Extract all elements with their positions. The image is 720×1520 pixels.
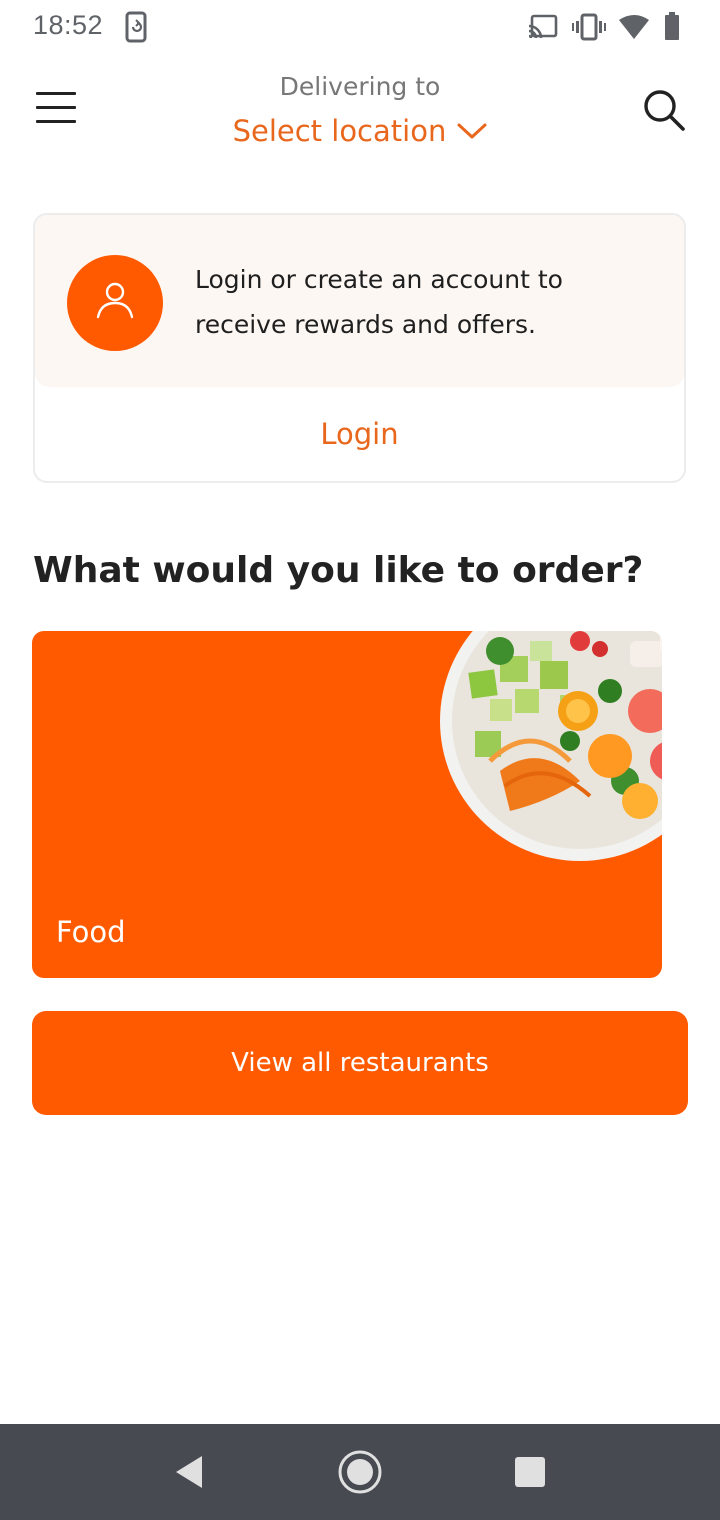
search-icon[interactable] [642,88,686,132]
screen: 18:52 Delivering to Select location Logi… [0,0,720,1520]
hamburger-menu-line [36,106,76,109]
login-message: Login or create an account to receive re… [195,265,563,339]
system-nav-bar [0,1424,720,1520]
status-bar: 18:52 [0,0,720,54]
status-time: 18:52 [33,10,104,40]
select-location-button[interactable]: Select location [0,114,720,148]
home-icon[interactable] [336,1448,384,1496]
screen-rotate-icon [125,11,147,43]
chevron-down-icon [457,123,487,139]
login-card-header: Login or create an account to receive re… [35,215,684,387]
poke-bowl-image [440,631,662,861]
recents-icon[interactable] [506,1448,554,1496]
delivering-to-label: Delivering to [279,72,441,101]
login-button[interactable]: Login [35,417,684,451]
food-category-label: Food [56,915,126,949]
login-card: Login or create an account to receive re… [33,213,686,483]
section-title: What would you like to order? [33,550,644,591]
user-icon [96,282,134,319]
back-icon[interactable] [166,1448,214,1496]
wifi-icon [619,15,649,39]
view-all-restaurants-button[interactable]: View all restaurants [32,1011,688,1115]
avatar [67,255,163,351]
food-category-card[interactable]: Food [32,631,662,978]
vibrate-icon [572,13,606,41]
cast-icon [528,14,558,39]
battery-icon [665,12,679,40]
select-location-label: Select location [232,114,447,148]
